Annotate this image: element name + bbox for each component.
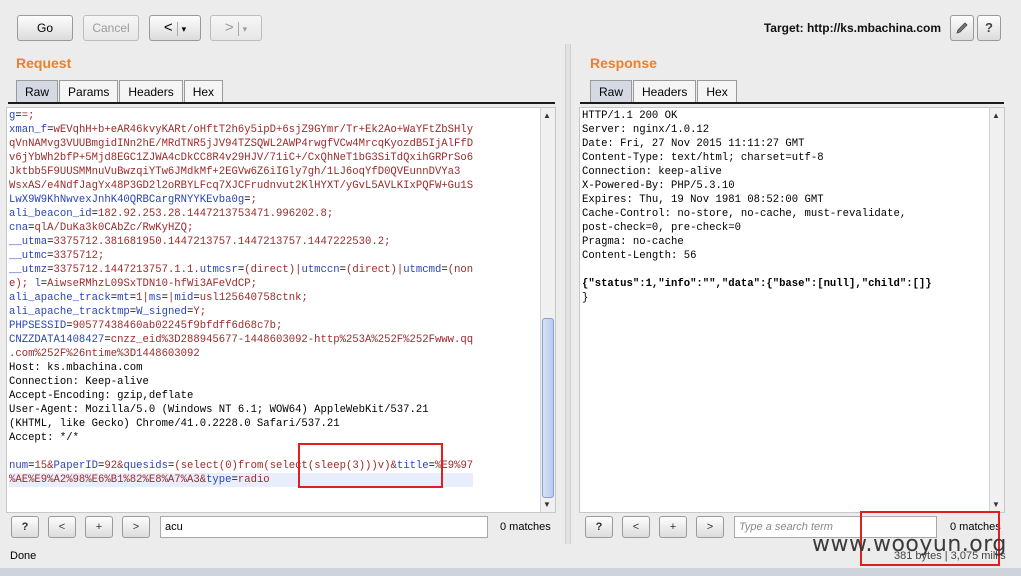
response-line: Connection: keep-alive <box>582 166 722 178</box>
search-prev-button[interactable]: < <box>48 516 76 538</box>
tab-divider <box>580 102 1004 104</box>
request-line: ali_apache_track=mt=1|ms=|mid=usl1256407… <box>9 292 308 304</box>
request-line: __utma=3375712.381681950.1447213757.1447… <box>9 236 391 248</box>
response-line: Server: nginx/1.0.12 <box>582 124 710 136</box>
request-line: __utmc=3375712; <box>9 250 105 262</box>
search-add-button[interactable]: + <box>659 516 687 538</box>
request-line: PHPSESSID=90577438460ab02245f9bfdff6d68c… <box>9 320 283 332</box>
request-line: (KHTML, like Gecko) Chrome/41.0.2228.0 S… <box>9 418 340 430</box>
tab-raw[interactable]: Raw <box>590 80 633 103</box>
scroll-up-icon[interactable]: ▲ <box>543 111 551 120</box>
response-scrollbar[interactable]: ▲ ▼ <box>989 108 1004 512</box>
tab-headers[interactable]: Headers <box>119 80 183 103</box>
forward-arrow-icon: > <box>224 19 234 36</box>
scroll-down-icon[interactable]: ▼ <box>543 500 551 509</box>
forward-button[interactable]: > ▾ <box>210 15 262 41</box>
watermark: www.wooyun.org <box>812 532 1007 557</box>
response-line: post-check=0, pre-check=0 <box>582 222 741 234</box>
tab-hex[interactable]: Hex <box>697 80 737 103</box>
response-line: Cache-Control: no-store, no-cache, must-… <box>582 208 907 220</box>
request-line: Host: ks.mbachina.com <box>9 362 143 374</box>
cancel-button[interactable]: Cancel <box>83 15 139 41</box>
tab-headers[interactable]: Headers <box>633 80 697 103</box>
go-button[interactable]: Go <box>17 15 73 41</box>
scrollbar-thumb[interactable] <box>542 318 554 498</box>
scroll-down-icon[interactable]: ▼ <box>992 500 1000 509</box>
search-next-button[interactable]: > <box>696 516 724 538</box>
status-text: Done <box>10 550 37 562</box>
help-button[interactable]: ? <box>977 15 1001 41</box>
back-arrow-icon: < <box>163 19 173 36</box>
response-editor[interactable]: HTTP/1.1 200 OK Server: nginx/1.0.12 Date:… <box>579 107 1005 513</box>
request-line: %AE%E9%A2%98%E6%B1%82%E8%A7%A3&type=radi… <box>9 473 474 487</box>
request-line: Accept-Encoding: gzip,deflate <box>9 390 194 402</box>
response-line: HTTP/1.1 200 OK <box>582 110 678 122</box>
request-line: User-Agent: Mozilla/5.0 (Windows NT 6.1;… <box>9 404 429 416</box>
response-line: Date: Fri, 27 Nov 2015 11:11:27 GMT <box>582 138 805 150</box>
response-title: Response <box>590 55 657 71</box>
request-scrollbar[interactable]: ▲ ▼ <box>540 108 555 512</box>
request-line <box>9 445 473 459</box>
request-line: WsxAS/e4NdfJagYx48P3GD2l2oRBYLFcq7XJCFru… <box>9 180 474 192</box>
response-tabs: Raw Headers Hex <box>590 80 738 103</box>
chevron-down-icon: ▾ <box>242 24 248 34</box>
pane-splitter[interactable] <box>565 44 571 544</box>
response-line: Expires: Thu, 19 Nov 1981 08:52:00 GMT <box>582 194 824 206</box>
tab-divider <box>8 102 555 104</box>
request-line: ali_beacon_id=182.92.253.28.144721375347… <box>9 208 334 220</box>
response-line: Content-Type: text/html; charset=utf-8 <box>582 152 824 164</box>
request-text[interactable]: g==; xman_f=wEVqhH+b+eAR46kvyKARt/oHftT2h… <box>9 109 474 487</box>
response-line: } <box>582 292 589 304</box>
response-line: {"status":1,"info":"","data":{"base":[nu… <box>582 278 932 290</box>
edit-target-button[interactable] <box>950 15 974 41</box>
pencil-icon <box>956 22 968 34</box>
request-tabs: Raw Params Headers Hex <box>16 80 224 103</box>
request-line: CNZZDATA1408427=cnzz_eid%3D288945677-144… <box>9 334 474 346</box>
request-line: Accept: */* <box>9 432 79 444</box>
window-bottom-edge <box>0 568 1021 576</box>
top-toolbar: Go Cancel < ▾ > ▾ Target: http://ks.mbachi… <box>0 0 1021 44</box>
back-button[interactable]: < ▾ <box>149 15 201 41</box>
request-line: e); l=AiwseRMhzL09SxTDN10-hfWi3AFeVdCP; <box>9 278 257 290</box>
request-match-count: 0 matches <box>500 521 551 533</box>
request-line: qVnNAMvg3VUUBmgidINn2hE/MRdTNR5jJV94TZSQ… <box>9 138 474 150</box>
response-line: X-Powered-By: PHP/5.3.10 <box>582 180 735 192</box>
response-text[interactable]: HTTP/1.1 200 OK Server: nginx/1.0.12 Date:… <box>582 109 932 305</box>
response-line: Content-Length: 56 <box>582 250 697 262</box>
search-help-button[interactable]: ? <box>11 516 39 538</box>
request-line: .com%252F%26ntime%3D1448603092 <box>9 348 200 360</box>
target-label: Target: http://ks.mbachina.com <box>763 21 941 35</box>
request-line: cna=qlA/DuKa3k0CAbZc/RwKyHZQ; <box>9 222 194 234</box>
request-line: __utmz=3375712.1447213757.1.1.utmcsr=(di… <box>9 264 474 276</box>
response-line <box>582 263 932 277</box>
request-line: xman_f=wEVqhH+b+eAR46kvyKARt/oHftT2h6y5i… <box>9 124 474 136</box>
tab-raw[interactable]: Raw <box>16 80 59 103</box>
request-line: g==; <box>9 110 35 122</box>
request-search-input[interactable] <box>160 516 488 538</box>
tab-hex[interactable]: Hex <box>183 80 224 103</box>
request-line: v6jYbWh2bfP+5Mjd8EGC1ZJWA4cDkCC8R4v29HJV… <box>9 152 474 164</box>
search-add-button[interactable]: + <box>85 516 113 538</box>
response-line: Pragma: no-cache <box>582 236 684 248</box>
search-help-button[interactable]: ? <box>585 516 613 538</box>
request-line: LwX9W9KhNwvexJnhK40QRBCargRNYYKEvba0g=; <box>9 194 257 206</box>
request-line: Jktbb5F9UUSMMnuVuBwzqiYTw6JMdkMf+2EGVw6Z… <box>9 166 461 178</box>
chevron-down-icon: ▾ <box>181 24 187 34</box>
search-prev-button[interactable]: < <box>622 516 650 538</box>
request-editor[interactable]: g==; xman_f=wEVqhH+b+eAR46kvyKARt/oHftT2h… <box>6 107 556 513</box>
request-title: Request <box>16 55 72 71</box>
scroll-up-icon[interactable]: ▲ <box>992 111 1000 120</box>
request-line: Connection: Keep-alive <box>9 376 149 388</box>
request-line: ali_apache_tracktmp=W_signed=Y; <box>9 306 207 318</box>
tab-params[interactable]: Params <box>59 80 119 103</box>
search-next-button[interactable]: > <box>122 516 150 538</box>
request-line: num=15&PaperID=92&quesids=(select(0)from… <box>9 460 474 472</box>
